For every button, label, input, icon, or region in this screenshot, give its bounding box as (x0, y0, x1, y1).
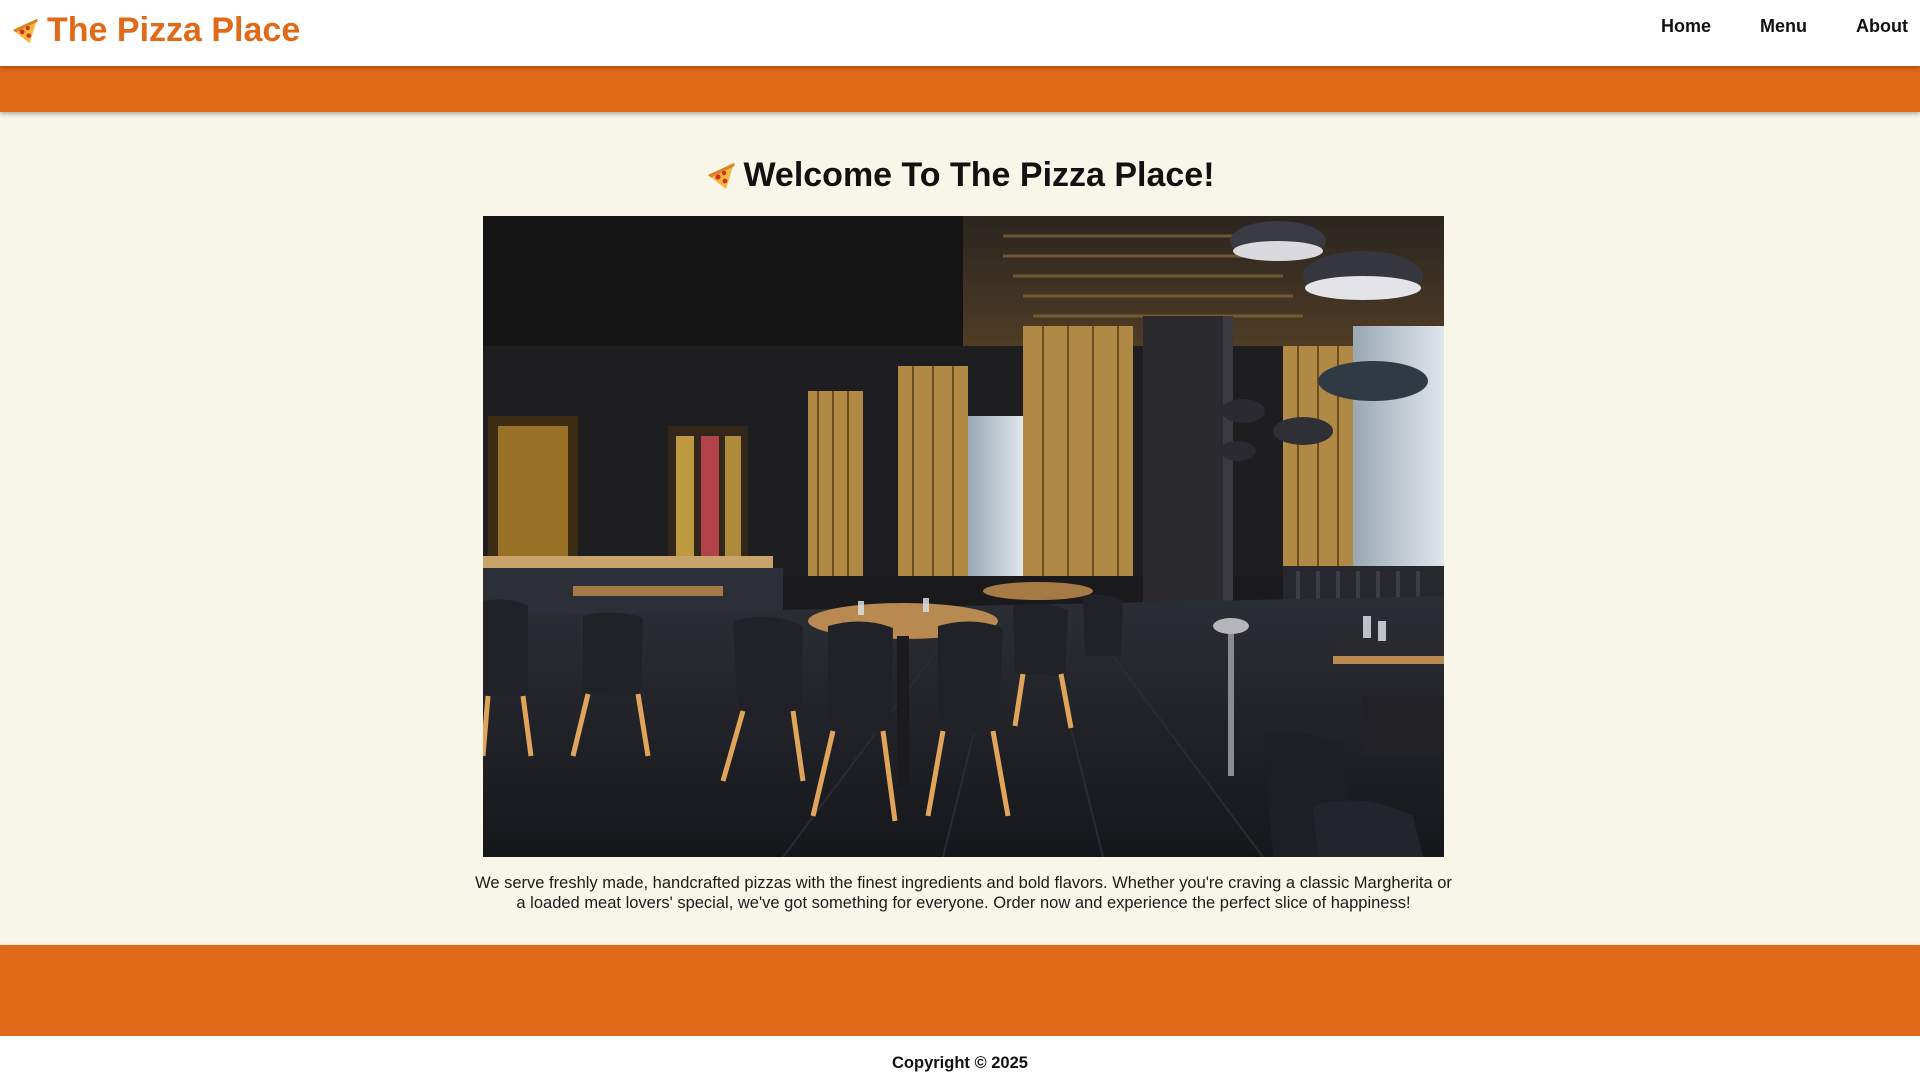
intro-paragraph: We serve freshly made, handcrafted pizza… (475, 874, 1452, 912)
welcome-title: Welcome To The Pizza Place! (743, 155, 1215, 194)
site-footer: Copyright © 2025 (0, 1036, 1920, 1080)
pizza-slice-icon (12, 18, 38, 44)
nav-menu-link[interactable]: Menu (1760, 16, 1807, 37)
site-header: The Pizza Place Home Menu About (0, 0, 1920, 66)
copyright-text: Copyright © 2025 (892, 1054, 1028, 1072)
nav-about-link[interactable]: About (1856, 16, 1908, 37)
brand-logo[interactable]: The Pizza Place (10, 10, 300, 50)
top-accent-band (0, 66, 1920, 112)
bottom-accent-band (0, 945, 1920, 1036)
welcome-heading: Welcome To The Pizza Place! (0, 150, 1920, 200)
brand-name: The Pizza Place (47, 10, 301, 49)
pizza-slice-icon (708, 163, 735, 189)
main-content: Welcome To The Pizza Place! We serve fre… (0, 112, 1920, 945)
nav-home-link[interactable]: Home (1661, 16, 1711, 37)
restaurant-interior-photo (483, 216, 1444, 857)
main-nav: Home Menu About (1612, 16, 1908, 37)
